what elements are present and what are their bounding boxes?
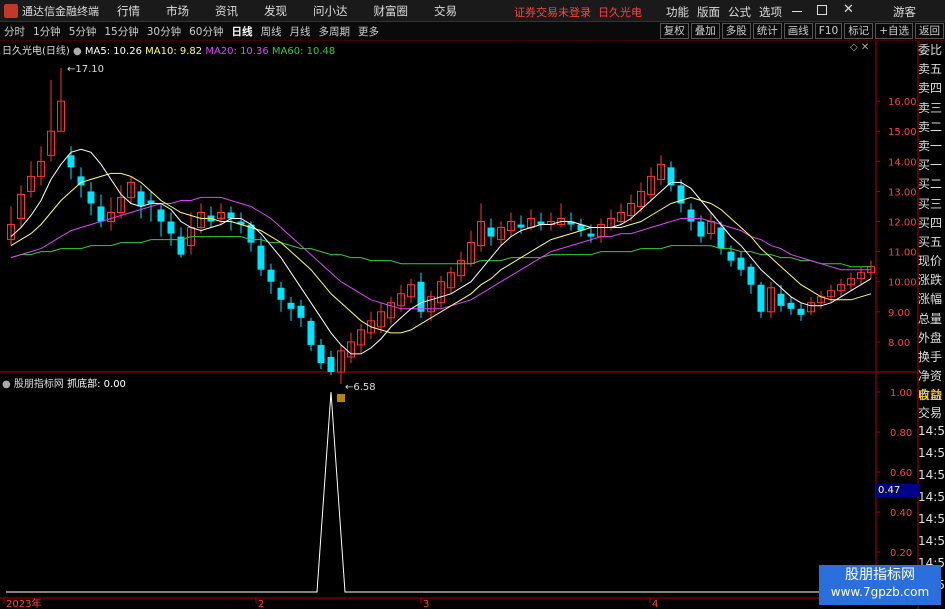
- quote-item: 买四: [918, 215, 943, 230]
- candle-body: [417, 281, 425, 312]
- ytick-label: 8.00: [888, 338, 910, 349]
- candle-body: [587, 233, 595, 237]
- xtick-label: 2: [258, 599, 264, 609]
- watermark-url: www.7gpzb.com: [830, 585, 930, 599]
- candle-body: [757, 284, 765, 312]
- sub-toggle-icon[interactable]: ●: [2, 379, 11, 390]
- signal-marker-icon: [337, 394, 345, 403]
- candle-body: [797, 308, 805, 315]
- auto-label[interactable]: 自动: [918, 386, 945, 403]
- sub-ytick-label: 1.00: [890, 388, 912, 399]
- quote-item: 卖五: [918, 62, 943, 77]
- quote-item: 卖一: [918, 138, 943, 153]
- candle-body: [297, 305, 305, 318]
- candle-body: [697, 221, 705, 237]
- indicator-value: 抓底部: 0.00: [67, 379, 126, 390]
- tick-time: 14:56: [918, 512, 945, 526]
- candle-body: [517, 224, 525, 228]
- quote-item: 换手: [918, 350, 943, 364]
- candle-body: [67, 155, 75, 168]
- quote-item: 买一: [918, 158, 943, 173]
- ytick-label: 16.00: [888, 97, 917, 108]
- tick-time: 14:56: [918, 490, 945, 504]
- xtick-label: 4: [652, 599, 658, 609]
- kline-chart[interactable]: 8.00 9.00 10.00 11.00 12.00 13.00 14.00 15.00 16…: [0, 0, 945, 609]
- tick-time: 14:56: [918, 534, 945, 548]
- quote-item: 买二: [918, 177, 943, 192]
- ytick-label: 9.00: [888, 308, 910, 319]
- candle-body: [307, 320, 315, 345]
- watermark-title: 股朋指标网: [845, 567, 915, 583]
- ytick-label: 10.00: [888, 278, 917, 289]
- sub-ytick-label: 0.80: [890, 428, 912, 439]
- xtick-label: 3: [423, 599, 429, 609]
- candle-body: [257, 245, 265, 270]
- ytick-label: 13.00: [888, 187, 917, 198]
- candle-body: [157, 209, 165, 222]
- quote-panel: 委比 卖五 卖四 卖三 卖二 卖一 买一 买二 买三 买四 买五 现价 涨跌 涨幅 总量 外盘 换手 净资 收益: [918, 41, 945, 406]
- quote-item: 总量: [918, 311, 943, 326]
- watermark: 股朋指标网 www.7gpzb.com: [819, 565, 941, 605]
- quote-item: 卖四: [918, 81, 943, 96]
- sub-ytick-label: 0.20: [890, 548, 912, 559]
- tick-time: 14:56: [918, 468, 945, 482]
- quote-item: 净资: [918, 369, 943, 384]
- candle-body: [87, 191, 95, 204]
- sub-ytick-label: 0.60: [890, 468, 912, 479]
- candle-body: [717, 227, 725, 249]
- candle-body: [777, 293, 785, 306]
- quote-item: 涨幅: [918, 292, 943, 307]
- candle-body: [287, 302, 295, 309]
- candle-body: [487, 227, 495, 237]
- candle-body: [97, 206, 105, 222]
- ytick-label: 12.00: [888, 218, 917, 229]
- quote-item: 涨跌: [918, 273, 943, 288]
- indicator-name: 股朋指标网: [13, 379, 64, 390]
- indicator-line: [6, 391, 876, 593]
- candle-body: [687, 209, 695, 222]
- quote-item: 外盘: [918, 330, 943, 345]
- tick-time: 14:56: [918, 446, 945, 460]
- quote-item: 委比: [918, 43, 943, 57]
- quote-item: 买五: [918, 234, 943, 249]
- candle-body: [747, 266, 755, 285]
- candle-body: [317, 344, 325, 363]
- trade-label[interactable]: 交易: [918, 404, 945, 421]
- candle-body: [727, 251, 735, 261]
- quote-item: 卖二: [918, 119, 943, 134]
- xtick-label: 2023年: [6, 597, 41, 609]
- low-annotation: ←6.58: [345, 382, 376, 393]
- sub-chart-legend: ● 股朋指标网 抓底部: 0.00: [2, 375, 126, 390]
- quote-item: 卖三: [918, 100, 943, 115]
- high-annotation: ←17.10: [67, 64, 104, 75]
- quote-item: 现价: [918, 254, 943, 269]
- candle-body: [267, 269, 275, 282]
- ytick-label: 11.00: [888, 248, 917, 259]
- candle-body: [167, 221, 175, 234]
- ytick-label: 15.00: [888, 127, 917, 138]
- value-box: 0.47: [876, 484, 920, 497]
- candle-body: [227, 212, 235, 219]
- tick-time: 14:56: [918, 424, 945, 438]
- quote-item: 买三: [918, 196, 943, 211]
- candle-body: [327, 356, 335, 372]
- sub-ytick-label: 0.40: [890, 508, 912, 519]
- ytick-label: 14.00: [888, 157, 917, 168]
- candle-body: [277, 287, 285, 300]
- candle-body: [137, 191, 145, 207]
- candle-body: [737, 257, 745, 270]
- candle-body: [787, 302, 795, 309]
